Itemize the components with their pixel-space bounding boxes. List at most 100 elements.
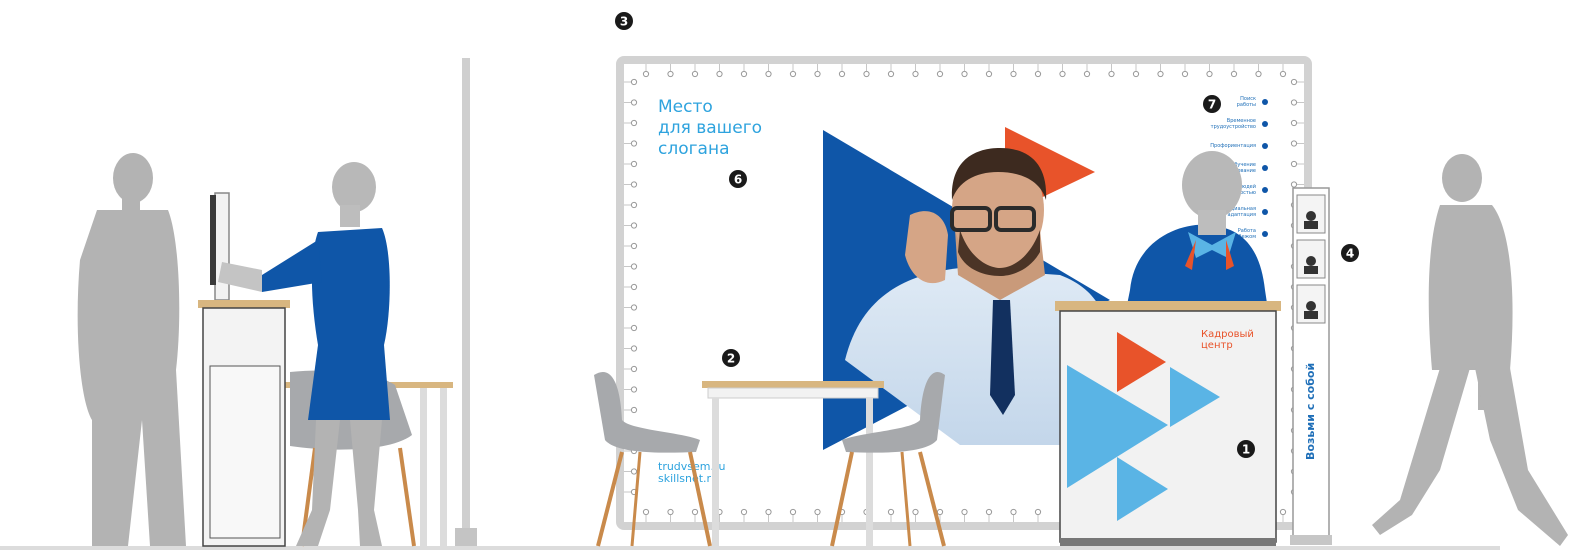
frame-eyelet <box>630 468 638 475</box>
front-table-leg <box>866 398 873 546</box>
side-counter-screen-edge <box>210 195 216 285</box>
frame-eyelet <box>1206 70 1213 78</box>
frame-eyelet <box>630 304 638 311</box>
marker-2: 2 <box>722 349 740 367</box>
marker-4: 4 <box>1341 244 1359 262</box>
frame-eyelet <box>740 70 748 78</box>
service-menu-icon <box>1262 99 1268 105</box>
frame-eyelet <box>716 70 723 78</box>
frame-eyelet <box>630 181 638 188</box>
slogan-line: слогана <box>658 139 730 159</box>
frame-eyelet <box>630 201 638 209</box>
frame-eyelet <box>814 508 821 516</box>
frame-eyelet <box>1010 70 1017 78</box>
visitor-silhouette-left <box>77 153 186 546</box>
svg-text:2: 2 <box>727 352 735 366</box>
frame-eyelet <box>630 140 638 147</box>
svg-text:4: 4 <box>1346 247 1354 261</box>
frame-eyelet <box>1157 70 1164 78</box>
frame-eyelet <box>814 70 821 78</box>
marker-1: 1 <box>1237 440 1255 458</box>
side-table-leg <box>420 388 427 546</box>
frame-eyelet <box>1083 70 1091 78</box>
frame-eyelet <box>1279 508 1287 516</box>
frame-eyelet <box>1034 508 1042 516</box>
service-menu-icon <box>1262 231 1268 237</box>
frame-eyelet <box>630 406 638 414</box>
frame-eyelet <box>1181 70 1189 78</box>
frame-eyelet <box>1255 70 1262 78</box>
frame-eyelet <box>961 508 968 516</box>
side-chair-leg <box>398 447 416 547</box>
frame-eyelet <box>630 160 638 168</box>
frame-eyelet <box>789 70 797 78</box>
frame-eyelet <box>789 508 797 516</box>
frame-eyelet <box>985 70 993 78</box>
frame-eyelet <box>1132 70 1140 78</box>
frame-eyelet <box>691 70 699 78</box>
service-menu-label: адаптация <box>1228 212 1257 218</box>
counter-top <box>1055 301 1281 311</box>
frame-eyelet <box>630 283 638 291</box>
frame-eyelet <box>1290 160 1298 168</box>
svg-text:7: 7 <box>1208 98 1216 112</box>
frame-eyelet <box>630 345 638 352</box>
frame-eyelet <box>765 70 772 78</box>
counter-title-line: центр <box>1201 340 1233 351</box>
side-counter-top <box>198 300 290 308</box>
frame-eyelet <box>912 508 919 516</box>
svg-text:1: 1 <box>1242 443 1250 457</box>
frame-eyelet <box>887 70 895 78</box>
side-view-pole-base <box>455 528 477 546</box>
frame-eyelet <box>630 386 638 393</box>
frame-eyelet <box>1108 70 1115 78</box>
counter-title-line: Кадровый <box>1201 329 1254 340</box>
front-table-top <box>702 381 884 388</box>
service-menu-label: Профориентация <box>1210 143 1256 149</box>
frame-eyelet <box>691 508 699 516</box>
service-menu-icon <box>1262 187 1268 193</box>
frame-eyelet <box>765 508 772 516</box>
frame-eyelet <box>985 508 993 516</box>
slogan-line: Место <box>658 97 713 117</box>
marker-3: 3 <box>615 12 633 30</box>
service-menu-icon <box>1262 121 1268 127</box>
frame-eyelet <box>1290 99 1298 106</box>
frame-eyelet <box>630 365 638 373</box>
frame-eyelet <box>667 70 674 78</box>
side-table-leg <box>440 388 447 546</box>
frame-eyelet <box>1230 70 1238 78</box>
frame-eyelet <box>838 70 846 78</box>
frame-eyelet <box>1290 119 1298 127</box>
frame-eyelet <box>630 222 638 229</box>
service-menu-icon <box>1262 165 1268 171</box>
frame-eyelet <box>961 70 968 78</box>
frame-eyelet <box>1290 181 1298 188</box>
visitor-silhouette-right <box>1372 154 1568 546</box>
frame-eyelet <box>912 70 919 78</box>
frame-eyelet <box>1279 70 1287 78</box>
front-table-leg <box>712 398 719 546</box>
service-menu-icon <box>1262 143 1268 149</box>
frame-eyelet <box>936 508 944 516</box>
counter-plinth <box>1060 538 1276 546</box>
frame-eyelet <box>630 78 638 86</box>
service-menu-label: трудоустройство <box>1211 123 1256 130</box>
frame-eyelet <box>630 263 638 270</box>
exhibition-stand-diagram: Место для вашего слогана ПоискработыВрем… <box>0 12 1568 550</box>
brochure-stand-label: Возьми с собой <box>1304 363 1317 460</box>
frame-eyelet <box>630 242 638 250</box>
frame-eyelet <box>1034 70 1042 78</box>
service-menu-label: работы <box>1237 102 1256 108</box>
frame-eyelet <box>630 119 638 127</box>
side-counter-panel <box>209 365 281 539</box>
frame-eyelet <box>1059 70 1066 78</box>
frame-eyelet <box>667 508 674 516</box>
marker-7: 7 <box>1203 95 1221 113</box>
slogan-line: для вашего <box>658 118 762 138</box>
side-view-pole <box>462 58 470 546</box>
frame-eyelet <box>936 70 944 78</box>
frame-eyelet <box>1290 140 1298 147</box>
frame-eyelet <box>642 70 650 78</box>
frame-eyelet <box>1290 78 1298 86</box>
